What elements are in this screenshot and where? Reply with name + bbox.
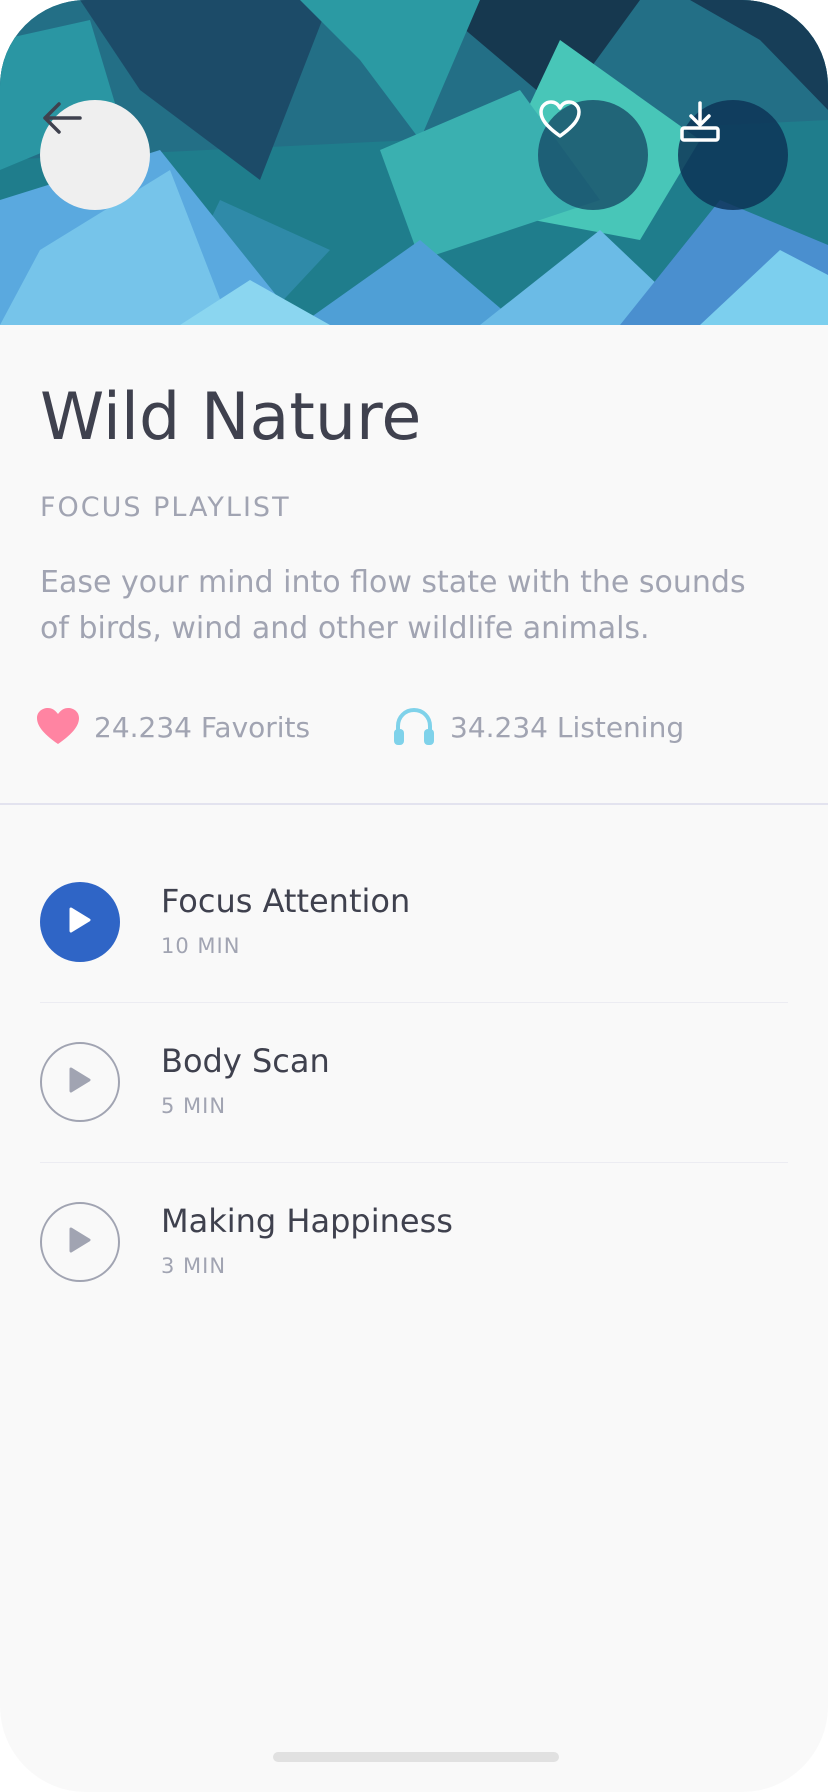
- listening-stat: 34.234 Listening: [392, 705, 684, 750]
- listening-count: 34.234 Listening: [450, 711, 685, 744]
- favorites-stat: 24.234 Favorits: [36, 705, 310, 750]
- track-duration: 10 MIN: [161, 934, 241, 958]
- back-button[interactable]: [40, 100, 150, 210]
- playlist-title: Wild Nature: [40, 380, 422, 455]
- play-icon: [68, 1227, 92, 1257]
- track-duration: 3 MIN: [161, 1254, 227, 1278]
- play-button[interactable]: [40, 882, 120, 962]
- track-divider: [40, 1162, 788, 1163]
- playlist-category: FOCUS PLAYLIST: [40, 492, 291, 523]
- playlist-description: Ease your mind into flow state with the …: [40, 565, 746, 646]
- home-indicator[interactable]: [273, 1752, 559, 1762]
- play-icon: [68, 1067, 92, 1097]
- track-item[interactable]: Body Scan 5 MIN: [40, 1042, 788, 1122]
- headphones-icon: [392, 706, 436, 750]
- track-name: Body Scan: [161, 1042, 330, 1080]
- track-name: Focus Attention: [161, 882, 411, 920]
- phone-screen: Wild Nature FOCUS PLAYLIST Ease your min…: [0, 0, 828, 1792]
- track-divider: [40, 1002, 788, 1003]
- track-item[interactable]: Making Happiness 3 MIN: [40, 1202, 788, 1282]
- play-icon: [68, 907, 92, 937]
- track-duration: 5 MIN: [161, 1094, 227, 1118]
- download-button[interactable]: [678, 100, 788, 210]
- play-button[interactable]: [40, 1202, 120, 1282]
- heart-icon: [36, 707, 80, 749]
- playlist-cover-image: [0, 0, 828, 325]
- play-button[interactable]: [40, 1042, 120, 1122]
- track-item[interactable]: Focus Attention 10 MIN: [40, 882, 788, 962]
- favorite-button[interactable]: [538, 100, 648, 210]
- section-divider: [0, 803, 828, 805]
- favorites-count: 24.234 Favorits: [94, 711, 311, 744]
- track-name: Making Happiness: [161, 1202, 453, 1240]
